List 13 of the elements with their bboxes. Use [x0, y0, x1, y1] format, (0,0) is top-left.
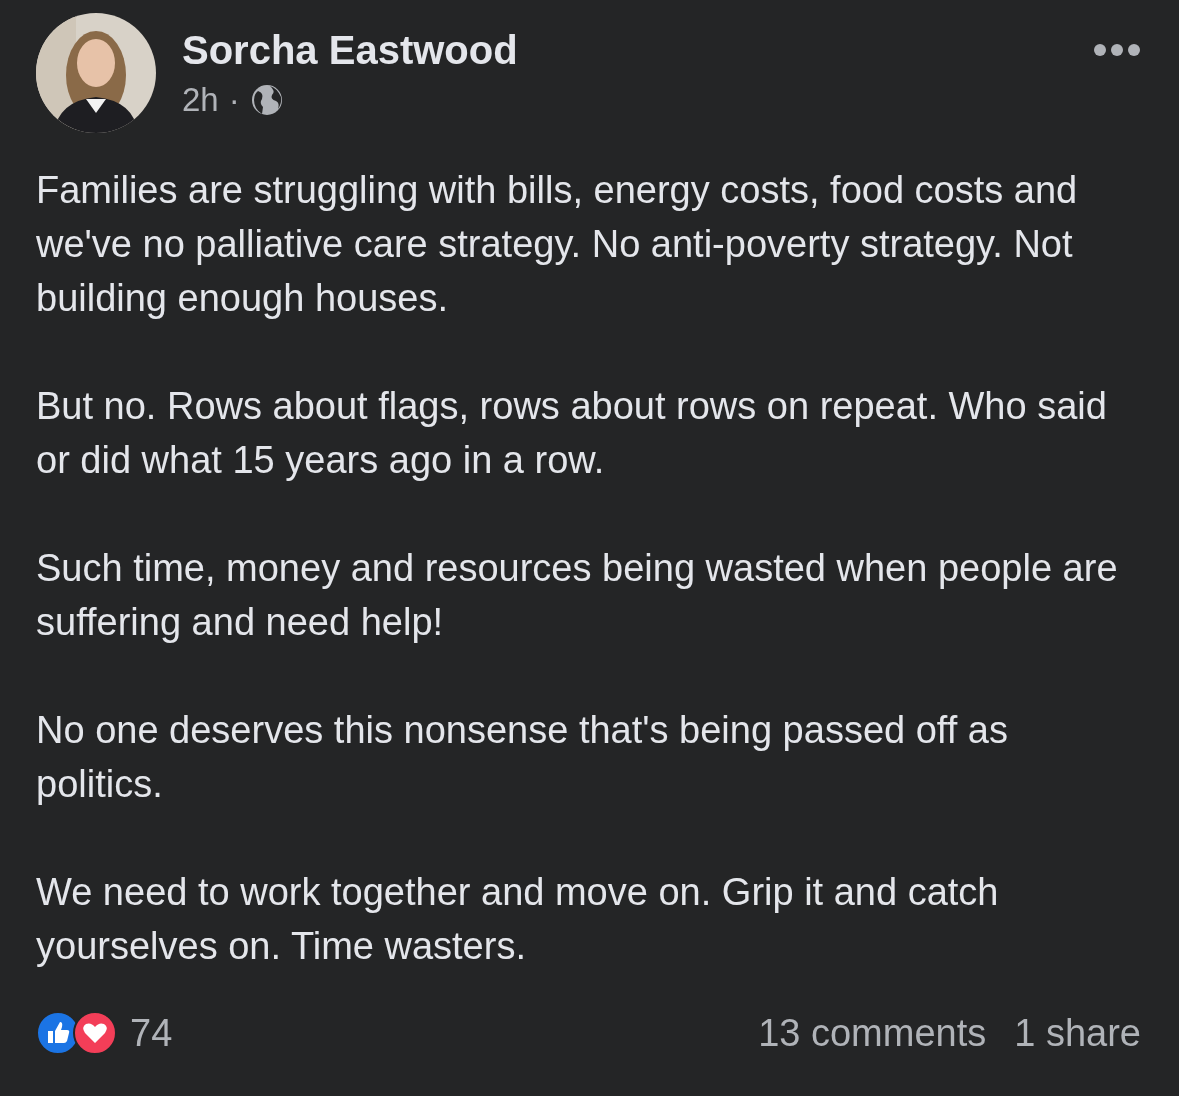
author-name[interactable]: Sorcha Eastwood: [182, 27, 1067, 73]
reaction-count[interactable]: 74: [130, 1011, 731, 1055]
post-paragraph: No one deserves this nonsense that's being passed off as politics.: [36, 708, 1009, 807]
post-paragraph: But no. Rows about flags, rows about rows on repeat. Who said or did what 15 years ago in a row.: [36, 384, 1108, 483]
globe-icon: [249, 82, 284, 117]
shares-count[interactable]: 1 share: [1014, 1011, 1141, 1055]
post-paragraph: Families are struggling with bills, energy costs, food costs and we've no palliative care strategy. No anti-poverty strategy. Not building enough houses.: [36, 168, 1079, 321]
more-options-icon[interactable]: [1093, 43, 1141, 57]
post-paragraph: Such time, money and resources being wasted when people are suffering and need help!: [36, 546, 1119, 645]
separator: ·: [228, 80, 240, 119]
post-time[interactable]: 2h: [182, 80, 219, 119]
comments-count[interactable]: 13 comments: [758, 1011, 987, 1055]
post-paragraph: We need to work together and move on. Grip it and catch yourselves on. Time wasters.: [36, 870, 1000, 969]
